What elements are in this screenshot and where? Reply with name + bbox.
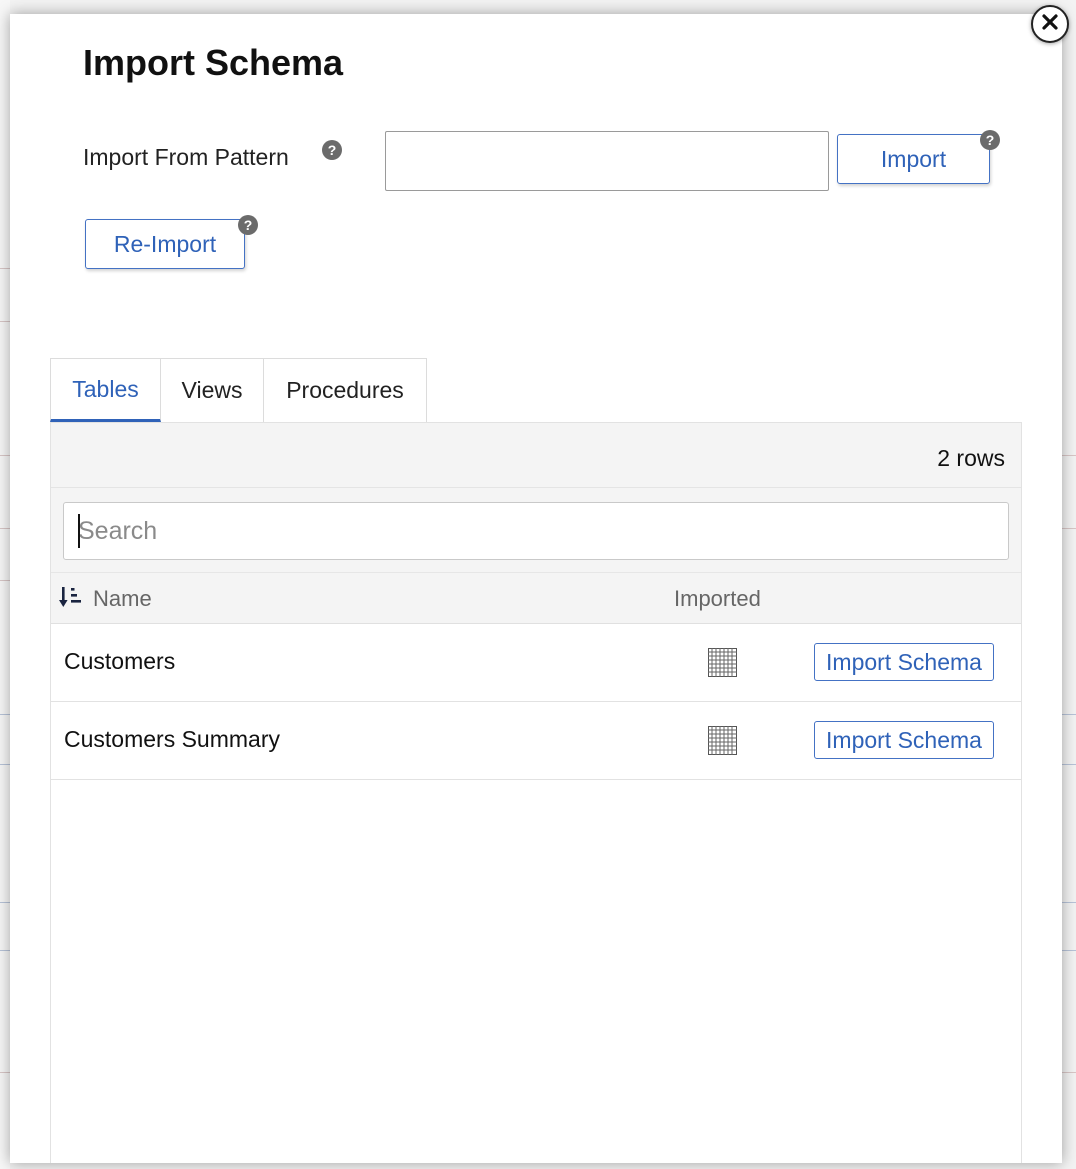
tables-panel: 2 rows Name Imported Customers xyxy=(50,422,1022,1163)
close-icon xyxy=(1041,13,1059,36)
background-divider xyxy=(1062,455,1076,456)
background-divider xyxy=(1062,528,1076,529)
sort-ascending-icon[interactable] xyxy=(59,585,83,615)
background-divider xyxy=(1062,714,1076,715)
reimport-help-icon[interactable]: ? xyxy=(238,215,258,235)
background-divider xyxy=(0,1072,10,1073)
import-schema-button[interactable]: Import Schema xyxy=(814,643,994,681)
import-pattern-input[interactable] xyxy=(385,131,829,191)
background-divider xyxy=(0,950,10,951)
search-bar xyxy=(51,488,1021,572)
import-pattern-label: Import From Pattern xyxy=(83,144,289,170)
row-name: Customers Summary xyxy=(64,726,280,752)
import-schema-button[interactable]: Import Schema xyxy=(814,721,994,759)
search-input[interactable] xyxy=(63,502,1009,560)
reimport-button[interactable]: Re-Import xyxy=(85,219,245,269)
help-icon[interactable]: ? xyxy=(322,140,342,160)
close-button[interactable] xyxy=(1031,5,1069,43)
background-divider xyxy=(0,528,10,529)
background-divider xyxy=(0,268,10,269)
column-header-name[interactable]: Name xyxy=(93,586,152,612)
text-caret xyxy=(78,514,80,548)
background-divider xyxy=(0,455,10,456)
table-row[interactable]: Customers Import Schema xyxy=(51,624,1021,702)
background-divider xyxy=(0,580,10,581)
modal-title: Import Schema xyxy=(83,42,344,83)
table-grid-icon xyxy=(708,726,737,760)
background-divider xyxy=(0,714,10,715)
background-divider xyxy=(1062,950,1076,951)
table-row[interactable]: Customers Summary Import Schema xyxy=(51,702,1021,780)
import-button[interactable]: Import xyxy=(837,134,990,184)
rows-count: 2 rows xyxy=(937,445,1005,471)
tab-procedures[interactable]: Procedures xyxy=(264,358,427,422)
table-grid-icon xyxy=(708,648,737,682)
table-header: Name Imported xyxy=(51,572,1021,624)
tab-tables[interactable]: Tables xyxy=(50,358,161,422)
background-divider xyxy=(0,321,10,322)
row-name: Customers xyxy=(64,648,176,674)
background-divider xyxy=(1062,764,1076,765)
background-edge xyxy=(0,0,10,1169)
tab-views[interactable]: Views xyxy=(161,358,264,422)
import-schema-modal: Import Schema Import From Pattern ? Impo… xyxy=(10,14,1062,1163)
background-divider xyxy=(0,902,10,903)
column-header-imported: Imported xyxy=(674,586,761,611)
background-divider xyxy=(1062,902,1076,903)
panel-header: 2 rows xyxy=(51,423,1021,488)
schema-tabs: Tables Views Procedures xyxy=(50,358,427,422)
background-divider xyxy=(0,764,10,765)
import-help-icon[interactable]: ? xyxy=(980,130,1000,150)
background-divider xyxy=(1062,1072,1076,1073)
